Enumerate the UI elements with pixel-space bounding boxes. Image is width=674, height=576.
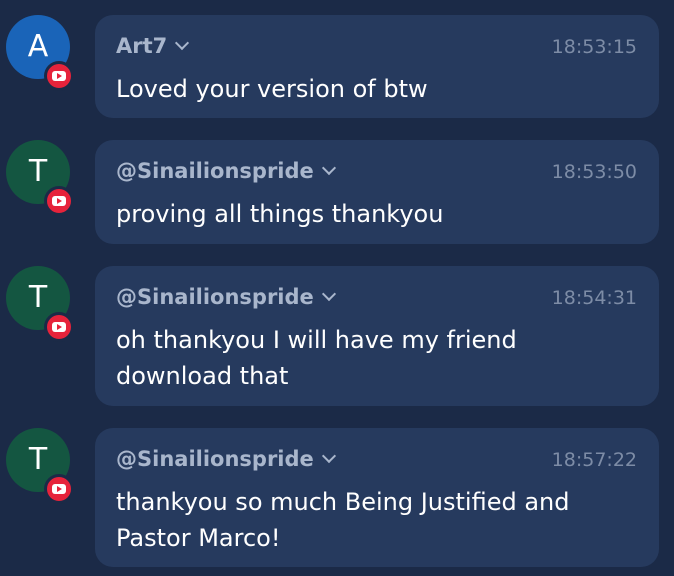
author-name[interactable]: @Sinailionspride <box>116 285 336 309</box>
author-label: @Sinailionspride <box>116 159 314 183</box>
chat-message: A Art7 18:53:15 Loved your version of bt… <box>0 15 674 118</box>
message-bubble: @Sinailionspride 18:57:22 thankyou so mu… <box>95 428 659 567</box>
author-label: Art7 <box>116 34 168 58</box>
message-bubble: @Sinailionspride 18:53:50 proving all th… <box>95 140 659 244</box>
chat-message: T @Sinailionspride 18:54:31 oh thankyou … <box>0 266 674 406</box>
message-timestamp: 18:57:22 <box>551 449 637 471</box>
message-bubble: Art7 18:53:15 Loved your version of btw <box>95 15 659 118</box>
chevron-down-icon[interactable] <box>321 448 336 464</box>
chevron-down-icon[interactable] <box>175 35 190 51</box>
message-text: proving all things thankyou <box>116 200 444 228</box>
youtube-icon <box>44 186 74 216</box>
youtube-icon <box>44 61 74 91</box>
chevron-down-icon[interactable] <box>321 160 336 176</box>
chat-message: T @Sinailionspride 18:57:22 thankyou so … <box>0 428 674 567</box>
message-text: oh thankyou I will have my friend downlo… <box>116 326 517 390</box>
youtube-icon <box>44 474 74 504</box>
author-name[interactable]: @Sinailionspride <box>116 159 336 183</box>
author-name[interactable]: @Sinailionspride <box>116 447 336 471</box>
author-label: @Sinailionspride <box>116 285 314 309</box>
chat-message: T @Sinailionspride 18:53:50 proving all … <box>0 140 674 244</box>
message-bubble: @Sinailionspride 18:54:31 oh thankyou I … <box>95 266 659 406</box>
message-timestamp: 18:53:15 <box>551 36 637 58</box>
youtube-icon <box>44 312 74 342</box>
chat-feed: A Art7 18:53:15 Loved your version of bt… <box>0 0 674 576</box>
chevron-down-icon[interactable] <box>321 286 336 302</box>
message-text: thankyou so much Being Justified and Pas… <box>116 488 570 552</box>
author-label: @Sinailionspride <box>116 447 314 471</box>
author-name[interactable]: Art7 <box>116 34 190 58</box>
message-timestamp: 18:53:50 <box>551 161 637 183</box>
message-text: Loved your version of btw <box>116 75 428 103</box>
message-timestamp: 18:54:31 <box>551 287 637 309</box>
